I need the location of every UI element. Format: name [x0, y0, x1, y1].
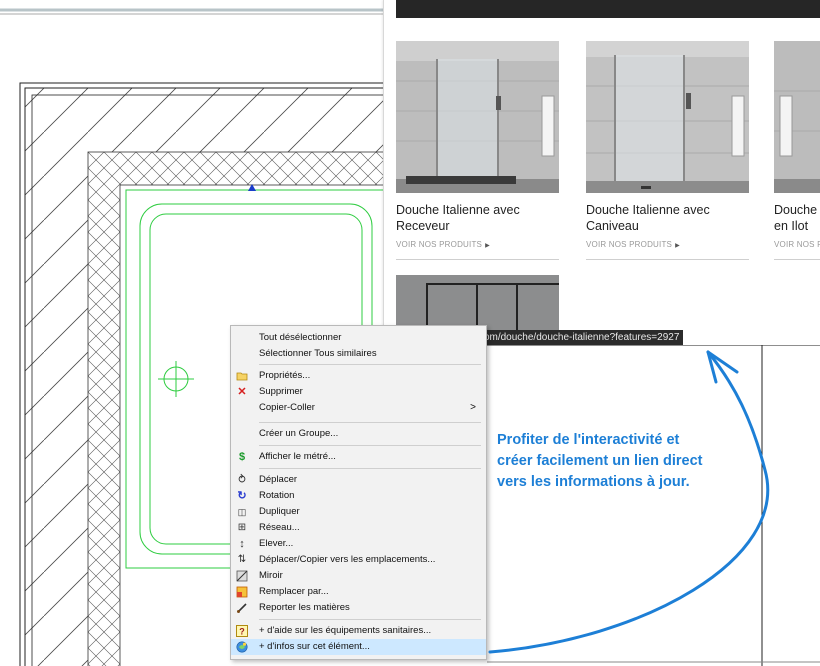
menu-item-properties[interactable]: Propriétés... — [231, 368, 486, 384]
info-icon — [236, 641, 248, 653]
see-products-link[interactable]: VOIR NOS PRODUITS ▶ — [586, 240, 749, 249]
product-web-page: Douche Italienne avec Receveur VOIR NOS … — [383, 0, 820, 345]
menu-item-label: Reporter les matières — [259, 602, 350, 613]
menu-item-help-sanitary[interactable]: ? + d'aide sur les équipements sanitaire… — [231, 623, 486, 639]
product-title-line[interactable]: Douche — [774, 202, 820, 218]
menu-item-create-group[interactable]: Créer un Groupe... — [231, 426, 486, 442]
menu-item-label: Rotation — [259, 490, 295, 501]
product-title[interactable]: Douche en Ilot — [774, 202, 820, 234]
menu-item-label: Réseau... — [259, 522, 300, 533]
menu-item-label: Remplacer par... — [259, 586, 329, 597]
help-icon: ? — [236, 625, 248, 637]
menu-item-label: Miroir — [259, 570, 283, 581]
product-title-line[interactable]: Douche Italienne avec — [586, 202, 749, 218]
menu-item-label: + d'infos sur cet élément... — [259, 641, 370, 652]
menu-item-label: + d'aide sur les équipements sanitaires.… — [259, 625, 432, 636]
array-icon: ⊞ — [237, 522, 247, 533]
menu-item-array[interactable]: ⊞ Réseau... — [231, 520, 486, 536]
product-title-line[interactable]: en Ilot — [774, 218, 820, 234]
submenu-chevron-icon: > — [470, 402, 476, 413]
product-title-line[interactable]: Caniveau — [586, 218, 749, 234]
menu-item-label: Elever... — [259, 538, 294, 549]
menu-separator — [259, 468, 481, 469]
menu-separator — [259, 445, 481, 446]
mirror-icon — [236, 570, 248, 582]
see-products-link[interactable]: VOIR NOS PI — [774, 240, 820, 249]
menu-item-transfer-materials[interactable]: Reporter les matières — [231, 600, 486, 616]
duplicate-icon: ◫ — [237, 507, 247, 517]
menu-item-show-quantities[interactable]: $ Afficher le métré... — [231, 449, 486, 465]
svg-text:?: ? — [239, 627, 245, 637]
menu-item-move[interactable]: ⥁ Déplacer — [231, 472, 486, 488]
menu-item-replace[interactable]: Remplacer par... — [231, 584, 486, 600]
play-arrow-icon: ▶ — [675, 243, 680, 249]
see-products-label[interactable]: VOIR NOS PI — [774, 240, 820, 249]
menu-item-label: Tout désélectionner — [259, 332, 342, 343]
menu-item-more-info[interactable]: + d'infos sur cet élément... — [231, 639, 486, 655]
menu-separator — [259, 422, 481, 423]
menu-item-copy-paste[interactable]: Copier-Coller > — [231, 400, 486, 416]
folder-icon — [236, 370, 248, 382]
product-title-line[interactable]: Receveur — [396, 218, 559, 234]
see-products-label[interactable]: VOIR NOS PRODUITS — [396, 240, 482, 249]
card-divider — [586, 259, 749, 260]
callout-line: Profiter de l'interactivité et — [497, 432, 680, 448]
menu-item-deselect-all[interactable]: Tout désélectionner — [231, 330, 486, 346]
menu-item-elevate[interactable]: ↕ Elever... — [231, 536, 486, 552]
product-title[interactable]: Douche Italienne avec Receveur — [396, 202, 559, 234]
rotation-icon: ↻ — [237, 490, 247, 502]
product-title[interactable]: Douche Italienne avec Caniveau — [586, 202, 749, 234]
menu-item-label: Propriétés... — [259, 370, 311, 381]
product-image[interactable] — [396, 41, 559, 193]
delete-x-icon: ✕ — [237, 386, 247, 398]
card-divider — [774, 259, 820, 260]
menu-item-label: Dupliquer — [259, 506, 300, 517]
menu-item-delete[interactable]: ✕ Supprimer — [231, 384, 486, 400]
menu-separator — [259, 364, 481, 365]
product-card-receveur[interactable]: Douche Italienne avec Receveur VOIR NOS … — [396, 41, 559, 260]
menu-item-label: Supprimer — [259, 386, 303, 397]
callout-line: vers les informations à jour. — [497, 474, 690, 490]
product-card-caniveau[interactable]: Douche Italienne avec Caniveau VOIR NOS … — [586, 41, 749, 260]
menu-item-label: Déplacer — [259, 474, 298, 485]
product-title-line[interactable]: Douche Italienne avec — [396, 202, 559, 218]
dollar-icon: $ — [238, 451, 246, 463]
menu-item-label: Créer un Groupe... — [259, 428, 339, 439]
product-image[interactable] — [586, 41, 749, 193]
replace-icon — [236, 586, 248, 598]
elevate-icon: ↕ — [239, 538, 245, 550]
menu-item-label: Afficher le métré... — [259, 451, 336, 462]
menu-item-label: Déplacer/Copier vers les emplacements... — [259, 554, 436, 565]
menu-item-select-similar[interactable]: Sélectionner Tous similaires — [231, 346, 486, 362]
card-divider — [396, 259, 559, 260]
product-image[interactable] — [774, 41, 820, 193]
see-products-link[interactable]: VOIR NOS PRODUITS ▶ — [396, 240, 559, 249]
menu-item-label: Sélectionner Tous similaires — [259, 348, 377, 359]
site-top-bar — [396, 0, 820, 18]
callout-line: créer facilement un lien direct — [497, 453, 703, 469]
menu-separator — [259, 619, 481, 620]
see-products-label[interactable]: VOIR NOS PRODUITS — [586, 240, 672, 249]
move-icon: ⥁ — [238, 474, 246, 486]
product-card-ilot[interactable]: Douche en Ilot VOIR NOS PI — [774, 41, 820, 260]
menu-item-label: Copier-Coller — [259, 402, 315, 413]
menu-item-mirror[interactable]: Miroir — [231, 568, 486, 584]
play-arrow-icon: ▶ — [485, 243, 490, 249]
annotation-callout: Profiter de l'interactivité et créer fac… — [497, 430, 747, 493]
menu-item-rotation[interactable]: ↻ Rotation — [231, 488, 486, 504]
brush-icon — [236, 602, 248, 614]
menu-item-move-copy-locations[interactable]: ⇅ Déplacer/Copier vers les emplacements.… — [231, 552, 486, 568]
menu-item-duplicate[interactable]: ◫ Dupliquer — [231, 504, 486, 520]
context-menu: Tout désélectionner Sélectionner Tous si… — [230, 325, 487, 660]
move-copy-icon: ⇅ — [237, 554, 247, 565]
